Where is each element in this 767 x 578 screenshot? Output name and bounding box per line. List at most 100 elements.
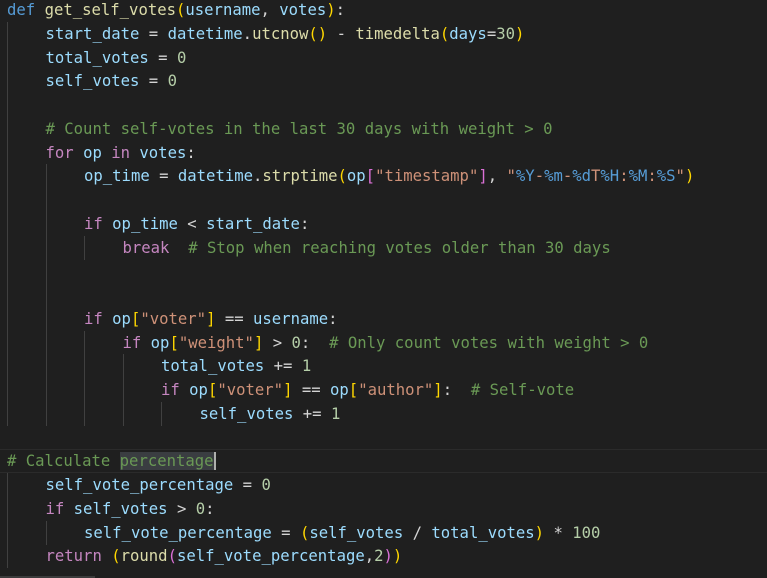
code-line[interactable]: if self_votes > 0: (46, 497, 215, 521)
code-token: : (205, 499, 215, 518)
indent-guide (45, 188, 47, 212)
code-token: votes (139, 143, 187, 162)
code-token: votes (279, 1, 327, 19)
code-token: total_votes (431, 523, 535, 542)
code-token: for (45, 143, 74, 162)
code-line[interactable]: start_date = datetime.utcnow() - timedel… (46, 22, 525, 46)
code-token: ( (176, 1, 186, 19)
code-token: %S (656, 167, 676, 186)
code-token: ( (299, 523, 310, 542)
indent-guide (122, 354, 124, 379)
code-token: [ (130, 309, 141, 328)
code-token: datetime (167, 24, 243, 43)
code-line[interactable]: # Count self-votes in the last 30 days w… (46, 117, 553, 141)
code-line[interactable]: for op in votes: (46, 141, 196, 165)
selected-word: percentage (119, 452, 216, 471)
code-token: / (403, 523, 432, 542)
code-token: self_vote_percentage (45, 476, 234, 494)
code-token: round (120, 547, 168, 566)
indent-guide (7, 378, 8, 402)
code-token: op_time (84, 167, 150, 186)
code-token: - (562, 167, 573, 186)
code-line[interactable]: self_vote_percentage = (self_votes / tot… (84, 521, 600, 545)
indent-guide (45, 306, 47, 331)
code-token: 100 (572, 523, 601, 542)
code-line[interactable]: return (round(self_vote_percentage,2)) (46, 544, 403, 568)
code-token: : (328, 309, 338, 328)
code-token: if (122, 333, 142, 352)
code-token: utcnow (252, 24, 309, 43)
code-line[interactable]: total_votes = 0 (46, 46, 187, 70)
code-token: username (185, 1, 261, 19)
code-token: : (300, 333, 330, 352)
code-token: return (45, 547, 102, 566)
code-line[interactable]: self_vote_percentage = 0 (46, 473, 271, 497)
indent-guide (7, 164, 8, 189)
indent-guide (84, 354, 85, 379)
code-line[interactable]: self_votes = 0 (46, 69, 177, 93)
code-token: self_votes (199, 404, 294, 423)
indent-guide (7, 354, 8, 379)
code-token: : (442, 381, 471, 399)
code-token: > (263, 333, 292, 352)
indent-guide (161, 401, 162, 426)
code-line[interactable]: self_votes += 1 (200, 402, 341, 426)
code-token: [ (207, 381, 218, 399)
code-token: # Stop when reaching votes older than 30… (188, 238, 611, 257)
code-token: timedelta (355, 24, 440, 43)
code-token: , (487, 167, 507, 186)
code-line[interactable]: break # Stop when reaching votes older t… (123, 236, 611, 260)
code-token: self_votes (309, 523, 404, 542)
code-token: [ (348, 381, 359, 399)
code-token: total_votes (45, 48, 149, 67)
code-token: T (591, 167, 601, 186)
code-token: op (189, 381, 208, 399)
indent-guide (45, 164, 47, 189)
code-line[interactable]: op_time = datetime.strptime(op["timestam… (84, 164, 694, 188)
code-token: %H (600, 167, 620, 186)
indent-guide (7, 69, 8, 94)
code-line[interactable]: if op["voter"] == username: (84, 307, 338, 331)
code-token: ) (534, 523, 545, 542)
indent-guide (7, 473, 8, 497)
code-token: ) (514, 24, 525, 43)
indent-guide (122, 378, 124, 402)
code-token: %m (544, 167, 563, 186)
code-line[interactable]: if op["voter"] == op["author"]: # Self-v… (161, 378, 574, 402)
indent-guide (7, 45, 8, 70)
indent-guide (7, 259, 8, 284)
indent-guide (122, 401, 124, 426)
code-token: = (233, 476, 262, 494)
indent-guide (7, 401, 8, 426)
code-token: = (139, 24, 168, 43)
code-token: "author" (358, 381, 434, 399)
code-line[interactable]: # Calculate percentage (7, 449, 216, 473)
code-token: == (215, 309, 254, 328)
code-token: : (186, 143, 196, 162)
code-token: get_self_votes (44, 1, 176, 19)
code-token: %Y (515, 167, 535, 186)
code-token: = (148, 48, 177, 67)
indent-guide (7, 306, 8, 331)
code-token: "weight" (178, 333, 254, 352)
code-line[interactable]: total_votes += 1 (161, 354, 311, 378)
code-token: ( (111, 547, 121, 566)
code-line[interactable]: if op["weight"] > 0: # Only count votes … (123, 331, 649, 355)
code-editor[interactable]: def get_self_votes(username, votes): star… (0, 0, 767, 578)
code-token: : (335, 1, 346, 19)
code-line[interactable]: def get_self_votes(username, votes): (7, 0, 345, 22)
code-token: start_date (206, 214, 300, 233)
code-token: : (299, 214, 310, 233)
indent-guide (45, 235, 47, 260)
code-line[interactable]: if op_time < start_date: (84, 212, 309, 236)
code-token: %M (628, 167, 648, 186)
